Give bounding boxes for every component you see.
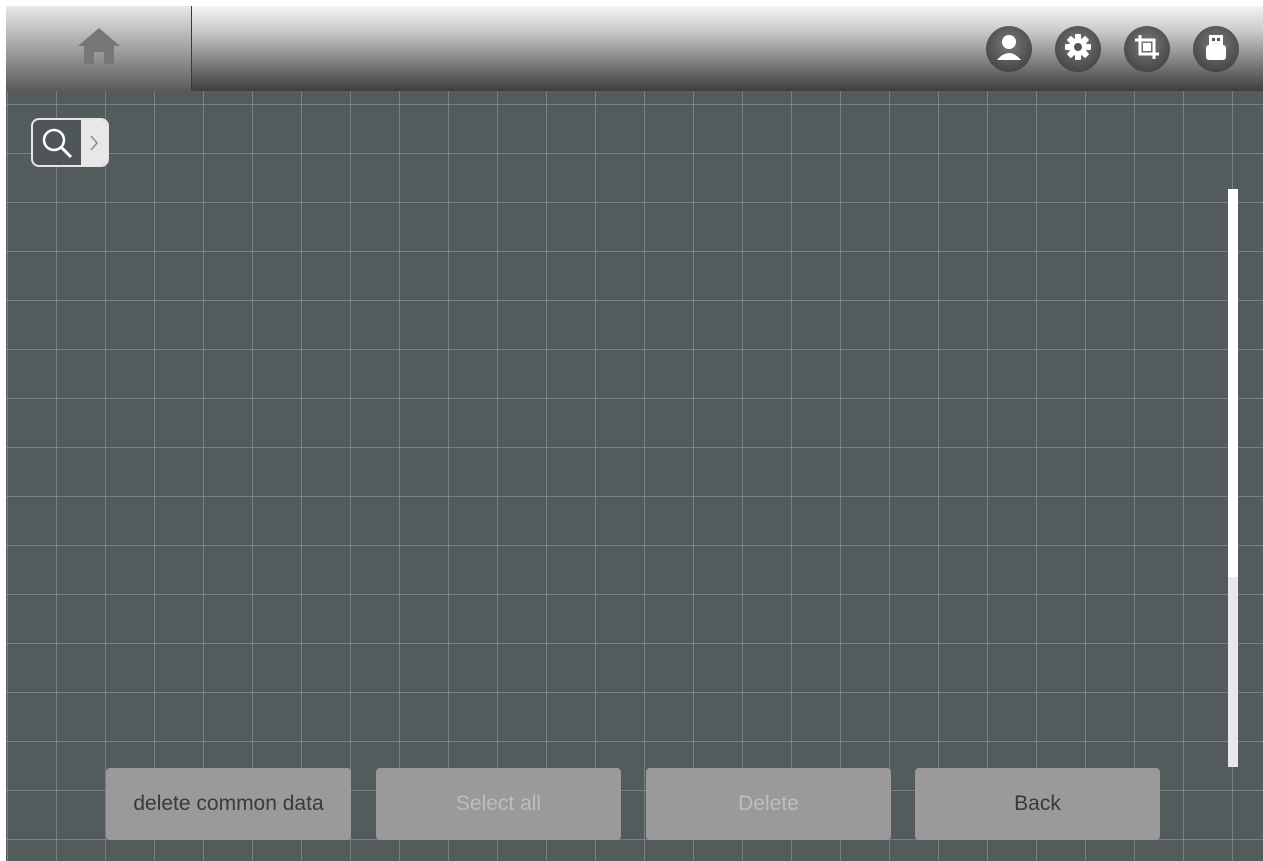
crop-icon [1132, 32, 1162, 67]
header-toolbar [986, 26, 1239, 72]
usb-icon [1201, 32, 1231, 67]
settings-button[interactable] [1055, 26, 1101, 72]
search-toggle[interactable] [31, 118, 109, 167]
chevron-right-icon [81, 120, 107, 165]
user-button[interactable] [986, 26, 1032, 72]
home-icon [76, 26, 122, 71]
app-window: delete common data Select all Delete Bac… [6, 6, 1263, 861]
search-icon [33, 120, 81, 165]
delete-common-data-button[interactable]: delete common data [106, 768, 351, 840]
top-bar [6, 6, 1263, 91]
delete-button[interactable]: Delete [646, 768, 891, 840]
scrollbar-thumb[interactable] [1228, 577, 1238, 767]
screenshot-button[interactable] [1124, 26, 1170, 72]
scrollbar[interactable] [1228, 189, 1238, 767]
usb-button[interactable] [1193, 26, 1239, 72]
back-button[interactable]: Back [915, 768, 1160, 840]
gear-icon [1063, 32, 1093, 67]
user-icon [994, 32, 1024, 67]
select-all-button[interactable]: Select all [376, 768, 621, 840]
home-button[interactable] [6, 6, 192, 91]
